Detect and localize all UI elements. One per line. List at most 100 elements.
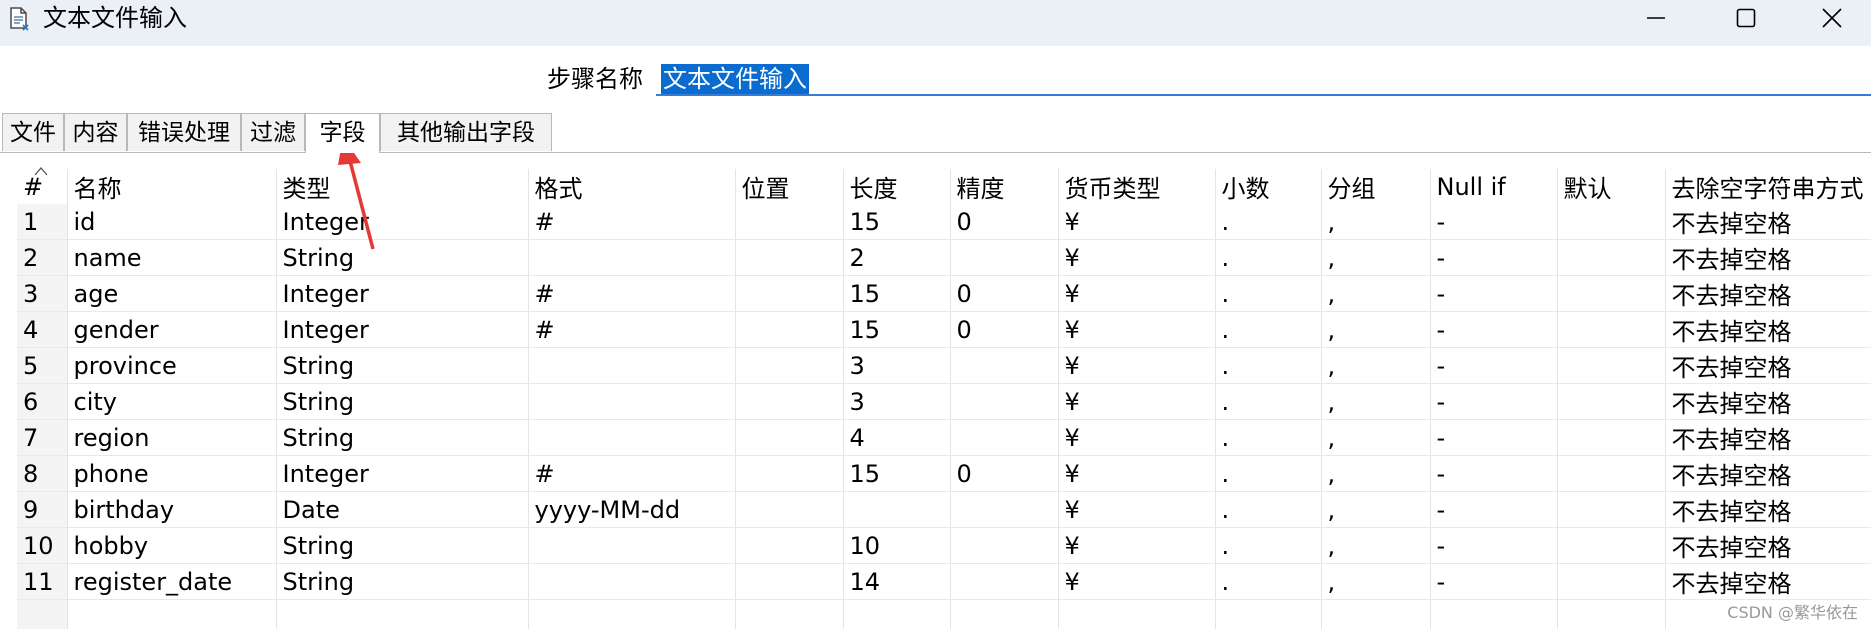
col-length-cell[interactable]: 15: [843, 311, 951, 348]
col-precision-cell[interactable]: [950, 383, 1059, 420]
col-length-cell[interactable]: 3: [843, 347, 951, 384]
col-type-cell[interactable]: String: [276, 527, 529, 564]
col-grouping-cell[interactable]: ,: [1321, 275, 1431, 312]
col-decimal-cell[interactable]: .: [1215, 455, 1322, 492]
col-name-cell[interactable]: province: [67, 347, 277, 384]
col-currency-cell[interactable]: ¥: [1058, 347, 1216, 384]
col-grouping-cell[interactable]: ,: [1321, 239, 1431, 276]
col-name-cell[interactable]: gender: [67, 311, 277, 348]
col-null-if-cell[interactable]: -: [1430, 491, 1558, 528]
col-position-header[interactable]: 位置: [735, 169, 844, 204]
col-length-cell[interactable]: 15: [843, 275, 951, 312]
col-decimal-cell[interactable]: .: [1215, 527, 1322, 564]
col-position-cell[interactable]: [735, 275, 844, 312]
col-default-cell[interactable]: [1557, 455, 1666, 492]
col-format-cell[interactable]: [528, 599, 736, 629]
col-length-cell[interactable]: [843, 599, 951, 629]
col-type-cell[interactable]: Integer: [276, 311, 529, 348]
col-format-cell[interactable]: #: [528, 275, 736, 312]
col-format-header[interactable]: 格式: [528, 169, 736, 204]
col-position-cell[interactable]: [735, 419, 844, 456]
col-format-cell[interactable]: [528, 347, 736, 384]
col-index-header[interactable]: #: [17, 169, 68, 204]
col-null-if-cell[interactable]: -: [1430, 563, 1558, 600]
col-format-cell[interactable]: #: [528, 311, 736, 348]
col-null-if-cell[interactable]: -: [1430, 383, 1558, 420]
col-type-cell[interactable]: String: [276, 239, 529, 276]
minimize-button[interactable]: [1624, 0, 1688, 36]
col-default-cell[interactable]: [1557, 419, 1666, 456]
col-decimal-cell[interactable]: .: [1215, 419, 1322, 456]
col-position-cell[interactable]: [735, 455, 844, 492]
col-decimal-cell[interactable]: .: [1215, 347, 1322, 384]
col-null-if-cell[interactable]: -: [1430, 275, 1558, 312]
col-trim-type-cell[interactable]: 不去掉空格: [1665, 491, 1871, 528]
col-decimal-cell[interactable]: .: [1215, 204, 1322, 240]
col-decimal-header[interactable]: 小数: [1215, 169, 1322, 204]
col-grouping-header[interactable]: 分组: [1321, 169, 1431, 204]
col-format-cell[interactable]: [528, 563, 736, 600]
col-trim-type-cell[interactable]: 不去掉空格: [1665, 239, 1871, 276]
col-currency-cell[interactable]: ¥: [1058, 239, 1216, 276]
table-row[interactable]: 11 register_date String 14 ¥., - 不去掉空格: [17, 563, 1871, 600]
table-row[interactable]: 8 phone Integer #15 0 ¥., - 不去掉空格: [17, 455, 1871, 492]
table-row[interactable]: 5 province String 3 ¥., - 不去掉空格: [17, 347, 1871, 384]
table-row[interactable]: 7 region String 4 ¥., - 不去掉空格: [17, 419, 1871, 456]
col-decimal-cell[interactable]: .: [1215, 311, 1322, 348]
col-default-cell[interactable]: [1557, 383, 1666, 420]
col-trim-type-cell[interactable]: 不去掉空格: [1665, 455, 1871, 492]
col-length-cell[interactable]: 10: [843, 527, 951, 564]
col-length-cell[interactable]: 2: [843, 239, 951, 276]
col-currency-cell[interactable]: ¥: [1058, 311, 1216, 348]
col-format-cell[interactable]: #: [528, 204, 736, 240]
col-name-cell[interactable]: register_date: [67, 563, 277, 600]
col-null-if-cell[interactable]: -: [1430, 527, 1558, 564]
col-type-cell[interactable]: String: [276, 347, 529, 384]
col-grouping-cell[interactable]: ,: [1321, 419, 1431, 456]
col-null-if-cell[interactable]: -: [1430, 204, 1558, 240]
col-position-cell[interactable]: [735, 491, 844, 528]
col-precision-cell[interactable]: [950, 419, 1059, 456]
col-trim-type-cell[interactable]: 不去掉空格: [1665, 419, 1871, 456]
col-currency-cell[interactable]: ¥: [1058, 527, 1216, 564]
col-grouping-cell[interactable]: ,: [1321, 563, 1431, 600]
maximize-button[interactable]: [1714, 0, 1778, 36]
col-null-if-header[interactable]: Null if: [1430, 169, 1558, 204]
col-position-cell[interactable]: [735, 347, 844, 384]
col-precision-cell[interactable]: 0: [950, 311, 1059, 348]
col-decimal-cell[interactable]: .: [1215, 239, 1322, 276]
col-default-cell[interactable]: [1557, 599, 1666, 629]
col-grouping-cell[interactable]: ,: [1321, 347, 1431, 384]
col-precision-cell[interactable]: 0: [950, 204, 1059, 240]
col-position-cell[interactable]: [735, 204, 844, 240]
table-row[interactable]: 9 birthday Date yyyy-MM-dd ¥., - 不去掉空格: [17, 491, 1871, 528]
close-button[interactable]: [1800, 0, 1864, 36]
col-precision-header[interactable]: 精度: [950, 169, 1059, 204]
col-name-cell[interactable]: [67, 599, 277, 629]
col-precision-cell[interactable]: [950, 563, 1059, 600]
col-currency-cell[interactable]: ¥: [1058, 455, 1216, 492]
table-row[interactable]: 1 id Integer #15 0 ¥., - 不去掉空格: [17, 204, 1871, 240]
col-grouping-cell[interactable]: ,: [1321, 311, 1431, 348]
col-decimal-cell[interactable]: .: [1215, 275, 1322, 312]
col-precision-cell[interactable]: [950, 239, 1059, 276]
col-trim-type-cell[interactable]: 不去掉空格: [1665, 204, 1871, 240]
col-grouping-cell[interactable]: ,: [1321, 383, 1431, 420]
tab-fields[interactable]: 字段: [305, 113, 380, 153]
col-length-cell[interactable]: 15: [843, 455, 951, 492]
col-precision-cell[interactable]: [950, 491, 1059, 528]
col-currency-cell[interactable]: ¥: [1058, 419, 1216, 456]
col-format-cell[interactable]: #: [528, 455, 736, 492]
col-type-cell[interactable]: Integer: [276, 275, 529, 312]
col-name-cell[interactable]: city: [67, 383, 277, 420]
col-position-cell[interactable]: [735, 563, 844, 600]
col-null-if-cell[interactable]: -: [1430, 311, 1558, 348]
col-decimal-cell[interactable]: .: [1215, 383, 1322, 420]
tab-filter[interactable]: 过滤: [241, 113, 305, 151]
col-grouping-cell[interactable]: ,: [1321, 527, 1431, 564]
col-position-cell[interactable]: [735, 239, 844, 276]
col-trim-type-cell[interactable]: 不去掉空格: [1665, 563, 1871, 600]
col-currency-cell[interactable]: ¥: [1058, 491, 1216, 528]
col-length-cell[interactable]: [843, 491, 951, 528]
col-length-cell[interactable]: 4: [843, 419, 951, 456]
